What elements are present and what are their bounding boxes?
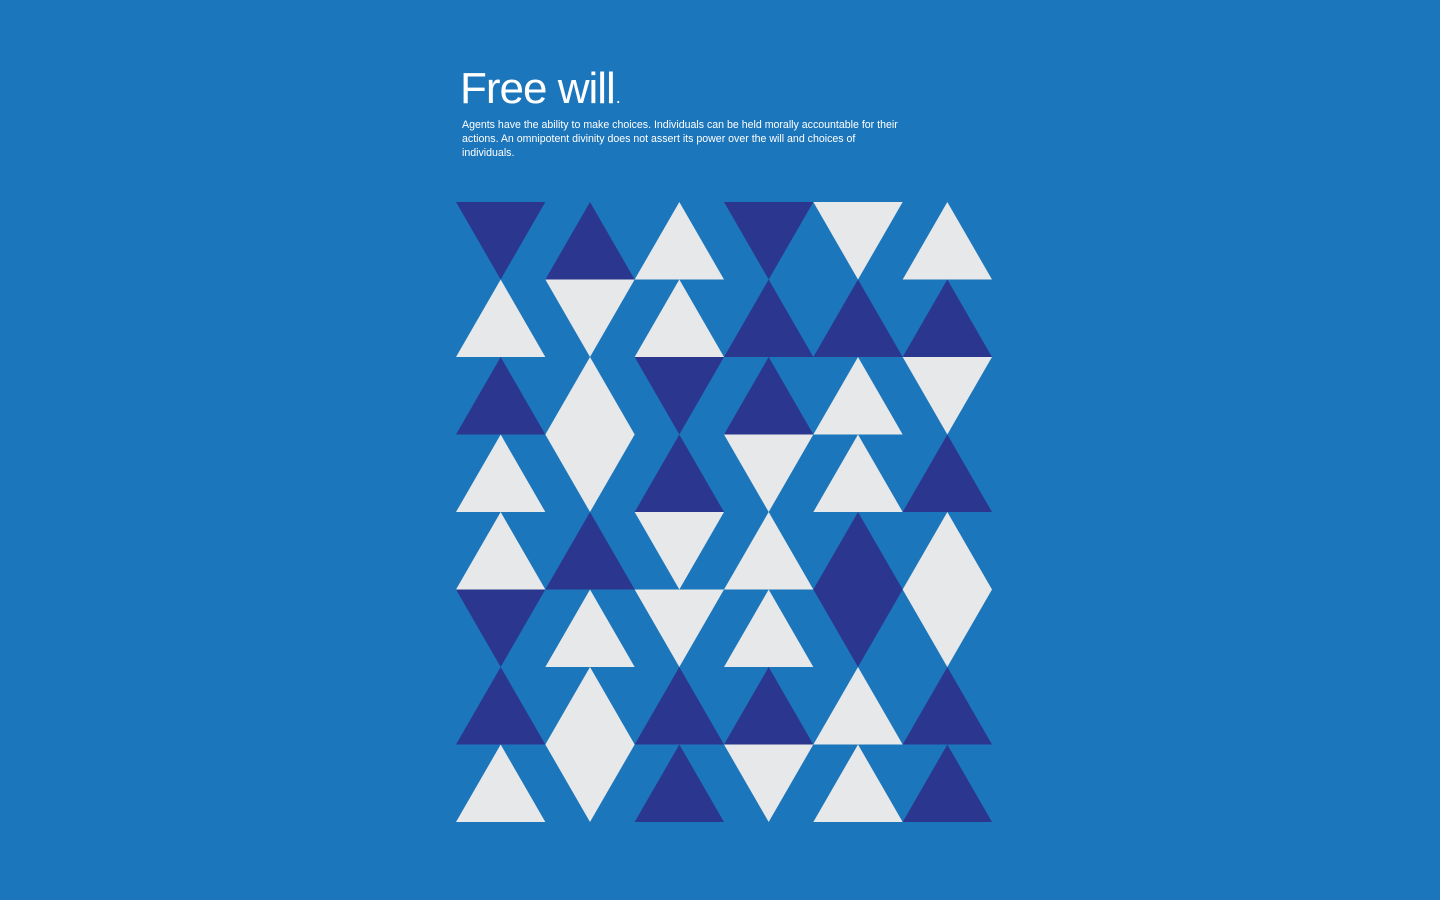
- triangle-dark-down: [456, 202, 546, 280]
- triangle-light-up: [545, 589, 635, 667]
- triangle-dark-down: [456, 589, 546, 667]
- triangle-light-up: [456, 279, 546, 357]
- triangle-dark-up: [902, 279, 992, 357]
- triangle-dark-up: [724, 279, 814, 357]
- triangle-dark-down: [634, 357, 724, 435]
- triangle-dark-up: [724, 357, 814, 435]
- triangle-light-down: [634, 512, 724, 590]
- triangle-light-up: [902, 202, 992, 280]
- triangle-light-down: [545, 434, 635, 512]
- triangle-light-up: [456, 434, 546, 512]
- triangle-dark-up: [902, 434, 992, 512]
- triangle-light-up: [456, 744, 546, 822]
- triangle-dark-up: [634, 667, 724, 745]
- triangle-light-down: [902, 357, 992, 435]
- triangle-light-up: [545, 357, 635, 435]
- triangle-dark-up: [813, 279, 903, 357]
- triangle-light-down: [724, 744, 814, 822]
- triangle-dark-up: [456, 357, 546, 435]
- triangle-dark-down: [724, 202, 814, 280]
- triangle-light-up: [724, 589, 814, 667]
- triangle-light-up: [813, 744, 903, 822]
- triangle-dark-up: [545, 202, 635, 280]
- triangle-light-up: [813, 667, 903, 745]
- triangle-dark-up: [813, 512, 903, 590]
- triangle-dark-up: [634, 434, 724, 512]
- triangle-dark-up: [902, 667, 992, 745]
- triangle-dark-up: [545, 512, 635, 590]
- triangle-light-up: [634, 279, 724, 357]
- triangle-light-down: [545, 744, 635, 822]
- triangle-light-down: [813, 202, 903, 280]
- triangle-light-down: [545, 279, 635, 357]
- triangle-light-up: [634, 202, 724, 280]
- triangle-light-down: [634, 589, 724, 667]
- triangle-light-up: [724, 512, 814, 590]
- triangle-light-up: [902, 512, 992, 590]
- triangle-dark-up: [456, 667, 546, 745]
- triangle-pattern: [456, 202, 992, 822]
- triangle-dark-up: [724, 667, 814, 745]
- triangle-light-up: [456, 512, 546, 590]
- triangle-light-up: [813, 357, 903, 435]
- triangle-dark-down: [813, 589, 903, 667]
- triangle-light-up: [545, 667, 635, 745]
- triangle-light-down: [724, 434, 814, 512]
- triangle-light-up: [813, 434, 903, 512]
- triangle-dark-up: [902, 744, 992, 822]
- triangle-light-down: [902, 589, 992, 667]
- triangle-dark-up: [634, 744, 724, 822]
